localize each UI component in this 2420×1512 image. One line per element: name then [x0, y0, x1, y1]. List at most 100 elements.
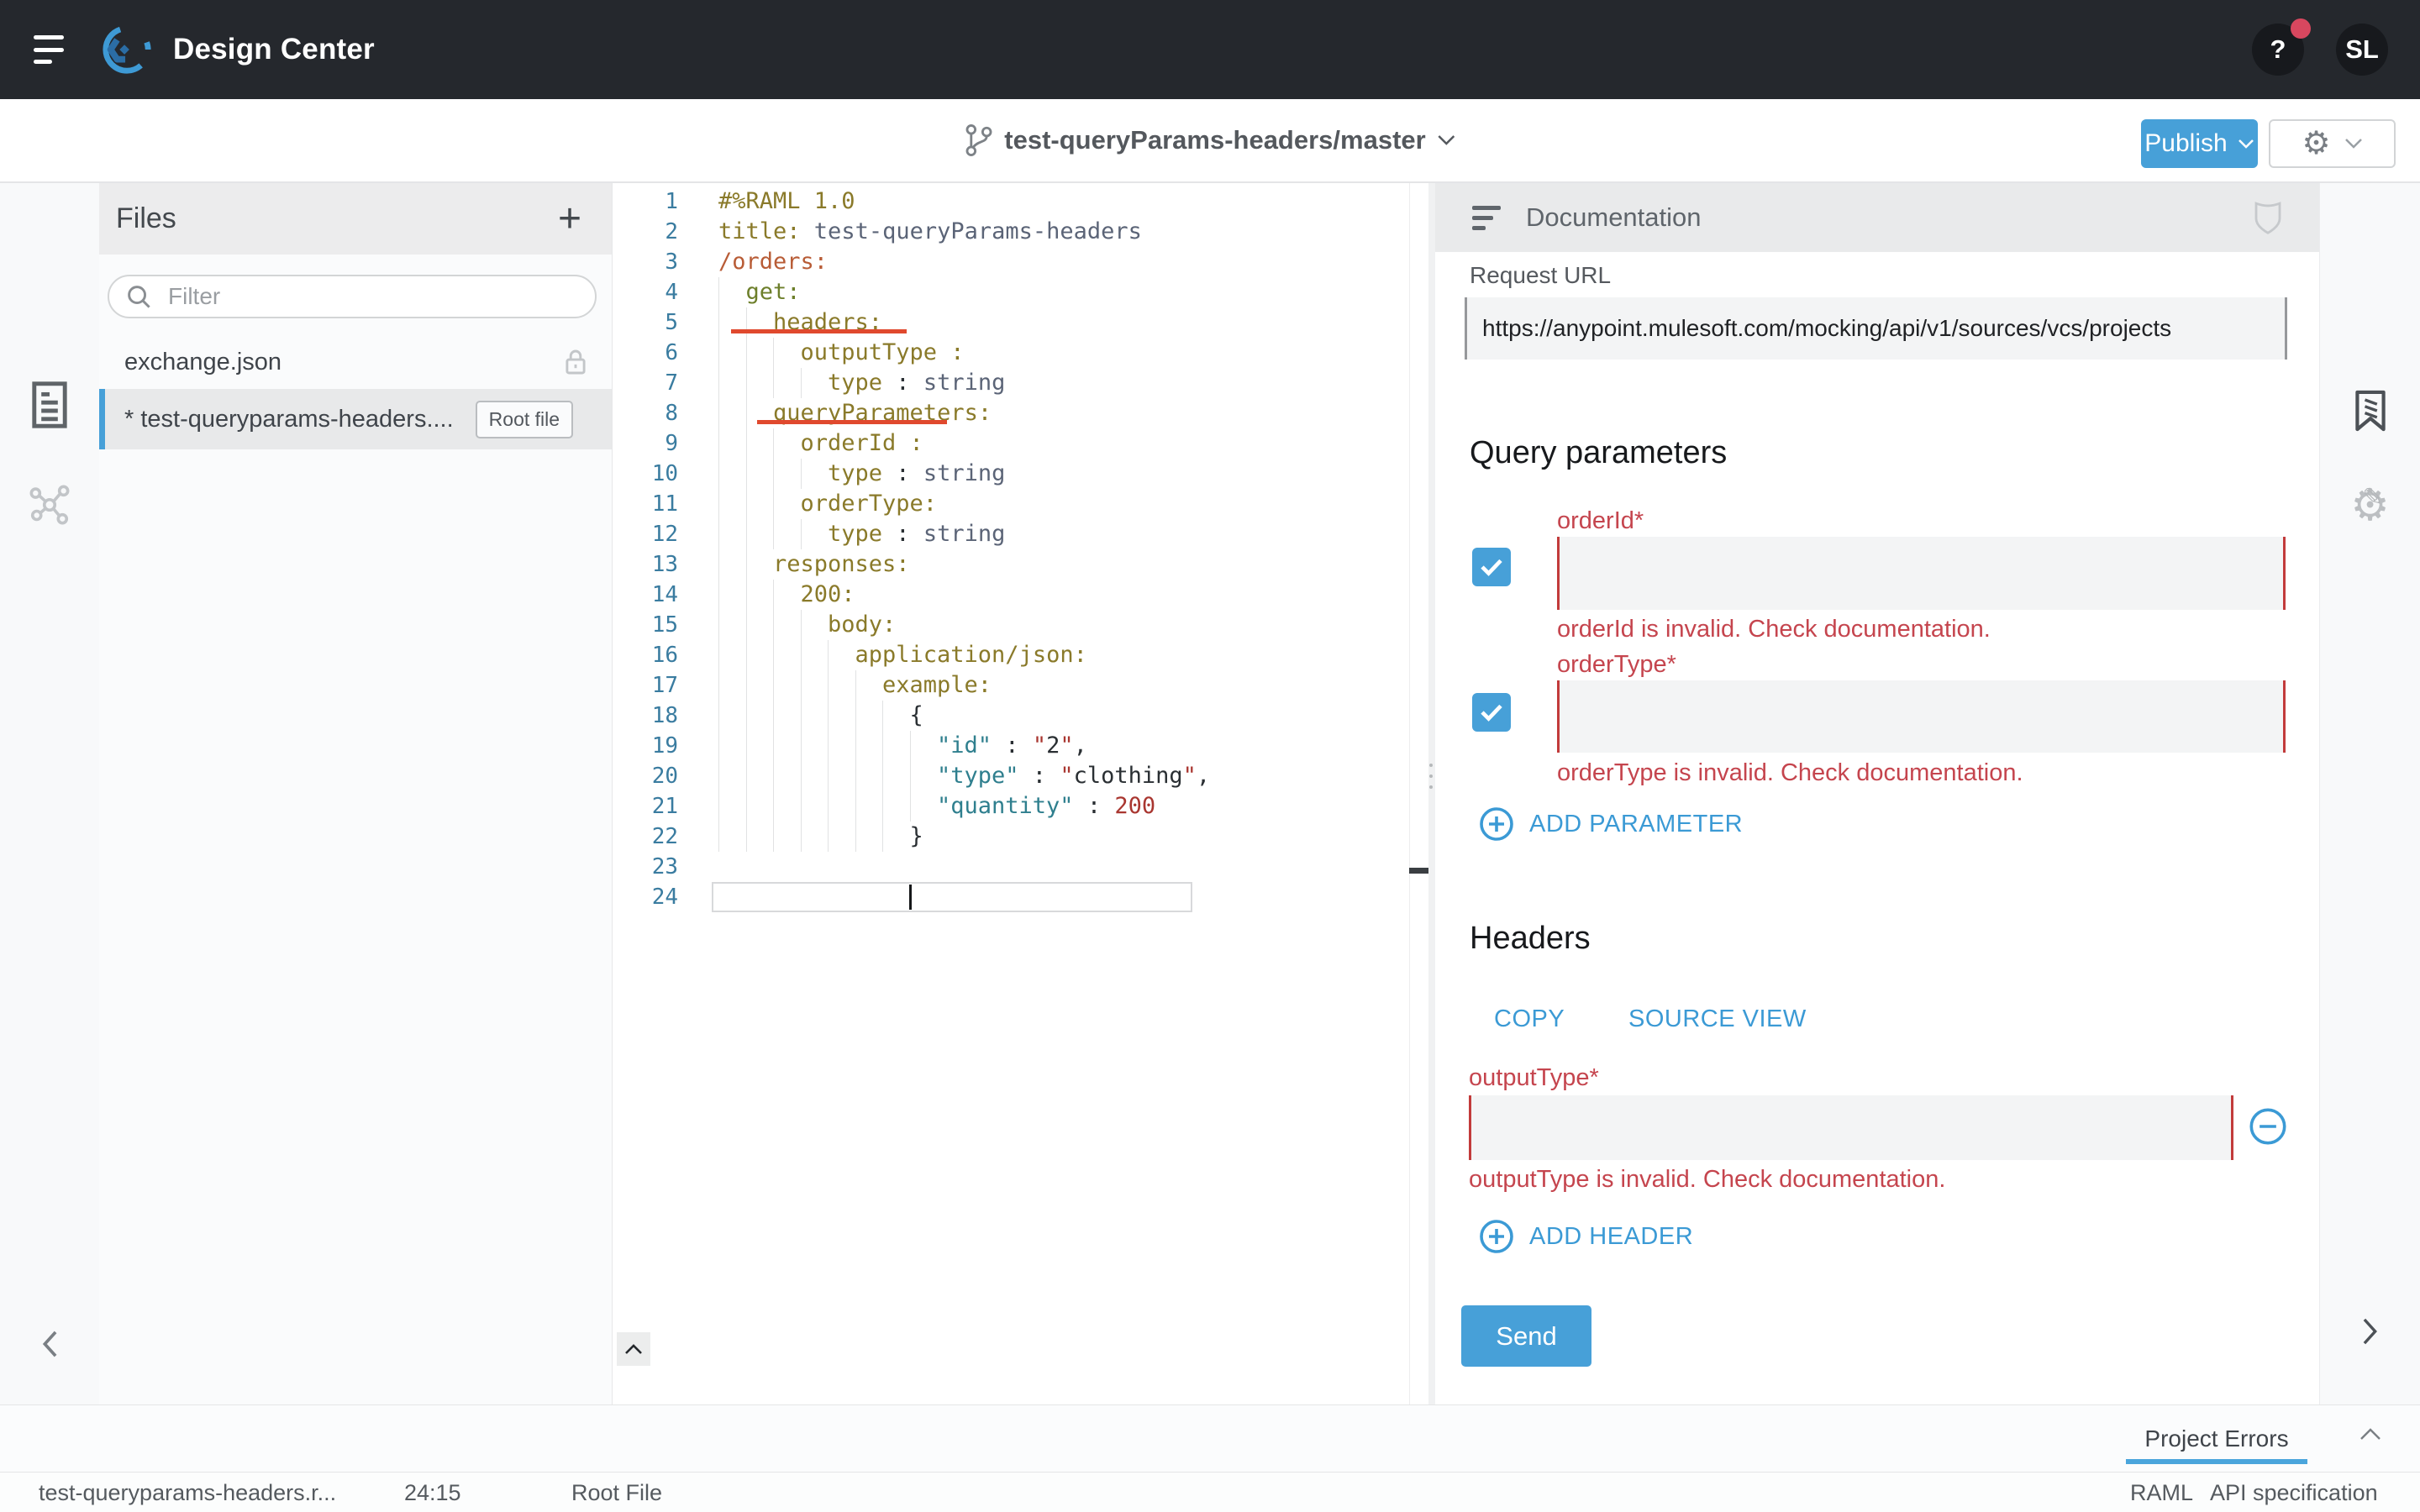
code-text: "quantity" : 200 [718, 791, 1155, 822]
param-input-ordertype[interactable] [1557, 680, 2286, 753]
code-line[interactable]: 3/orders: [613, 247, 1428, 277]
code-text: orderType: [718, 489, 937, 519]
avatar[interactable]: SL [2336, 24, 2388, 76]
expand-bottom-drawer-button[interactable] [617, 1332, 650, 1366]
code-line[interactable]: 18 { [613, 701, 1428, 731]
line-number: 9 [613, 428, 678, 459]
header-label-outputtype: outputType* [1469, 1064, 1599, 1092]
publish-button[interactable]: Publish [2141, 119, 2258, 168]
chevron-up-icon[interactable] [2360, 1427, 2381, 1445]
filter-input[interactable] [108, 275, 597, 318]
line-number: 21 [613, 791, 678, 822]
status-root-file[interactable]: Root File [571, 1480, 662, 1506]
status-bar: test-queryparams-headers.r... 24:15 Root… [0, 1472, 2420, 1512]
notification-dot [2291, 18, 2311, 39]
project-errors-bar: Project Errors [0, 1404, 2420, 1472]
status-kind: API specification [2210, 1480, 2378, 1506]
file-row-exchange[interactable]: exchange.json [99, 335, 612, 389]
code-line[interactable]: 22 } [613, 822, 1428, 852]
add-parameter-button[interactable]: ADD PARAMETER [1479, 806, 1743, 842]
code-line[interactable]: 13 responses: [613, 549, 1428, 580]
code-line[interactable]: 15 body: [613, 610, 1428, 640]
send-button[interactable]: Send [1461, 1305, 1591, 1367]
lock-icon [565, 349, 587, 375]
line-number: 23 [613, 852, 678, 882]
code-line[interactable]: 11 orderType: [613, 489, 1428, 519]
panel-resize-grip[interactable] [1429, 764, 1434, 789]
code-line[interactable]: 23 [613, 852, 1428, 882]
collapse-left-panel-icon[interactable] [0, 1330, 99, 1358]
code-line[interactable]: 2title: test-queryParams-headers [613, 217, 1428, 247]
line-number: 22 [613, 822, 678, 852]
param-checkbox-ordertype[interactable] [1472, 693, 1511, 732]
code-line[interactable]: 20 "type" : "clothing", [613, 761, 1428, 791]
code-text: type : string [718, 368, 1005, 398]
help-icon: ? [2270, 34, 2286, 65]
panel-divider[interactable] [1428, 183, 1435, 1404]
param-error-ordertype: orderType is invalid. Check documentatio… [1557, 759, 2023, 787]
project-errors-active-underline [2126, 1459, 2307, 1464]
file-row-root[interactable]: * test-queryparams-headers.... Root file [99, 389, 612, 449]
files-panel: Files + exchange.json * test-queryparams… [99, 183, 612, 1404]
code-line[interactable]: 19 "id" : "2", [613, 731, 1428, 761]
code-line[interactable]: 16 application/json: [613, 640, 1428, 670]
param-checkbox-orderid[interactable] [1472, 548, 1511, 586]
code-text: body: [718, 610, 896, 640]
collapse-right-panel-icon[interactable] [2320, 1317, 2420, 1346]
code-text: application/json: [718, 640, 1087, 670]
mulesoft-logo-icon [101, 24, 153, 76]
api-designer-gear-pencil-icon[interactable]: ⚙✎ [2320, 484, 2420, 528]
files-view-icon[interactable] [0, 381, 99, 428]
branch-selector[interactable]: test-queryParams-headers/master [964, 99, 1455, 181]
project-settings-button[interactable]: ⚙ [2269, 119, 2396, 168]
code-line[interactable]: 7 type : string [613, 368, 1428, 398]
shield-icon[interactable] [2254, 200, 2282, 235]
request-url-input[interactable] [1465, 297, 2287, 360]
right-icon-rail: ⚙✎ [2319, 183, 2420, 1404]
code-line[interactable]: 4 get: [613, 277, 1428, 307]
help-button[interactable]: ? [2252, 24, 2304, 76]
code-line[interactable]: 9 orderId : [613, 428, 1428, 459]
code-line[interactable]: 21 "quantity" : 200 [613, 791, 1428, 822]
param-input-orderid[interactable] [1557, 537, 2286, 610]
add-header-button[interactable]: ADD HEADER [1479, 1219, 1693, 1254]
dependency-graph-icon[interactable] [0, 482, 99, 528]
line-number: 10 [613, 459, 678, 489]
code-line[interactable]: 1#%RAML 1.0 [613, 186, 1428, 217]
code-line[interactable]: 10 type : string [613, 459, 1428, 489]
chevron-down-icon [2344, 138, 2363, 150]
gear-icon: ⚙ [2302, 128, 2330, 160]
scrollbar-error-marker [1409, 868, 1428, 874]
status-format: RAML [2130, 1480, 2193, 1506]
code-editor[interactable]: 1#%RAML 1.02title: test-queryParams-head… [612, 183, 1428, 1404]
line-number: 17 [613, 670, 678, 701]
header-input-outputtype[interactable] [1469, 1095, 2233, 1160]
text-cursor [909, 885, 912, 910]
documentation-bookmark-icon[interactable] [2320, 389, 2420, 433]
project-toolbar: test-queryParams-headers/master Publish … [0, 99, 2420, 183]
copy-button[interactable]: COPY [1494, 1005, 1565, 1033]
code-line[interactable]: 6 outputType : [613, 338, 1428, 368]
code-line[interactable]: 8 queryParameters: [613, 398, 1428, 428]
documentation-title: Documentation [1526, 202, 1702, 233]
param-label-ordertype: orderType* [1557, 651, 1676, 679]
source-view-button[interactable]: SOURCE VIEW [1628, 1005, 1807, 1033]
hamburger-menu-icon[interactable] [34, 35, 67, 64]
code-line[interactable]: 17 example: [613, 670, 1428, 701]
code-text: responses: [718, 549, 910, 580]
remove-header-button[interactable] [2249, 1107, 2287, 1150]
code-text: "type" : "clothing", [718, 761, 1210, 791]
minus-circle-icon [2249, 1107, 2287, 1146]
documentation-panel: Documentation Request URL Query paramete… [1435, 183, 2319, 1404]
code-text: title: test-queryParams-headers [718, 217, 1142, 247]
documentation-header: Documentation [1435, 183, 2319, 252]
line-number: 7 [613, 368, 678, 398]
chevron-down-icon [1438, 134, 1456, 146]
toc-list-icon[interactable] [1472, 206, 1502, 230]
code-line[interactable]: 12 type : string [613, 519, 1428, 549]
line-number: 18 [613, 701, 678, 731]
code-line[interactable]: 14 200: [613, 580, 1428, 610]
code-text: /orders: [718, 247, 828, 277]
line-number: 1 [613, 186, 678, 217]
add-file-button[interactable]: + [558, 199, 581, 239]
